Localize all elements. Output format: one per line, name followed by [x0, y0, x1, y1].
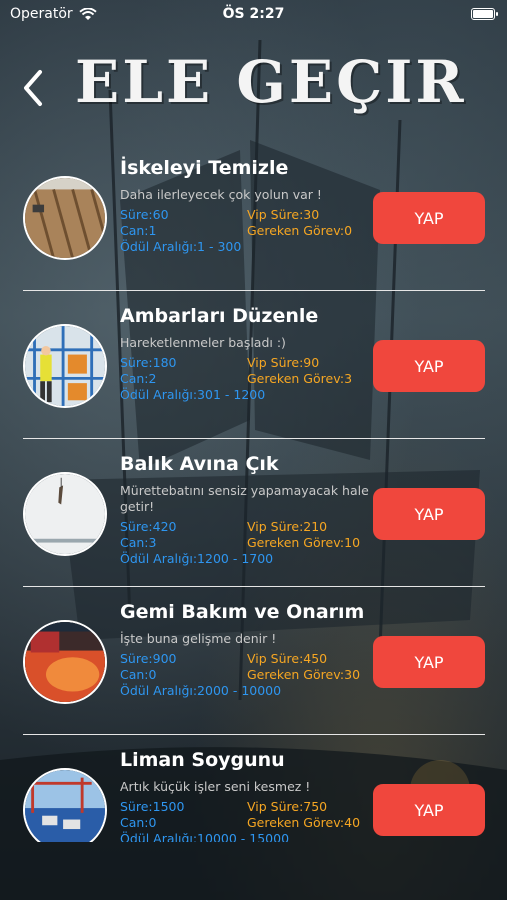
task-reward-range: Ödül Aralığı:10000 - 15000 — [120, 831, 290, 842]
task-description: Mürettebatını sensiz yapamayacak hale ge… — [120, 483, 369, 514]
task-required-missions: Gereken Görev:0 — [247, 223, 353, 238]
task-vip-duration: Vip Süre:450 — [247, 651, 328, 666]
task-reward-range: Ödül Aralığı:1200 - 1700 — [120, 551, 274, 566]
task-required-missions: Gereken Görev:40 — [247, 815, 361, 830]
task-row: İskeleyi Temizle Daha ilerleyecek çok yo… — [0, 142, 507, 291]
task-reward-range: Ödül Aralığı:301 - 1200 — [120, 387, 266, 402]
back-button[interactable] — [18, 68, 48, 108]
task-health: Can:2 — [120, 371, 157, 386]
task-required-missions: Gereken Görev:30 — [247, 667, 361, 682]
do-task-button[interactable]: YAP — [373, 340, 485, 392]
task-required-missions: Gereken Görev:10 — [247, 535, 361, 550]
task-row: Gemi Bakım ve Onarım İşte buna gelişme d… — [0, 586, 507, 735]
task-duration: Süre:180 — [120, 355, 177, 370]
port-image — [25, 770, 105, 842]
do-task-button[interactable]: YAP — [373, 784, 485, 836]
task-image-fishing — [23, 472, 107, 556]
task-duration: Süre:60 — [120, 207, 169, 222]
task-reward-range: Ödül Aralığı:1 - 300 — [120, 239, 242, 254]
do-task-button[interactable]: YAP — [373, 192, 485, 244]
task-health: Can:0 — [120, 667, 157, 682]
task-vip-duration: Vip Süre:210 — [247, 519, 328, 534]
warehouse-image — [25, 326, 105, 406]
task-title: İskeleyi Temizle — [120, 157, 289, 179]
task-title: Liman Soygunu — [120, 749, 285, 771]
page-title: ELE GEÇIR — [75, 48, 467, 116]
status-time: ÖS 2:27 — [222, 6, 285, 22]
task-image-dock — [23, 176, 107, 260]
status-bar: Operatör ÖS 2:27 — [0, 0, 507, 30]
task-row: Liman Soygunu Artık küçük işler seni kes… — [0, 734, 507, 842]
task-row: Ambarları Düzenle Hareketlenmeler başlad… — [0, 290, 507, 439]
task-vip-duration: Vip Süre:90 — [247, 355, 320, 370]
ship-repair-image — [25, 622, 105, 702]
task-duration: Süre:420 — [120, 519, 177, 534]
task-image-warehouse — [23, 324, 107, 408]
task-reward-range: Ödül Aralığı:2000 - 10000 — [120, 683, 282, 698]
task-title: Ambarları Düzenle — [120, 305, 319, 327]
task-description: Hareketlenmeler başladı :) — [120, 335, 286, 350]
task-duration: Süre:1500 — [120, 799, 185, 814]
header: ELE GEÇIR — [0, 40, 507, 120]
dock-image — [25, 178, 105, 258]
do-task-button[interactable]: YAP — [373, 488, 485, 540]
task-health: Can:3 — [120, 535, 157, 550]
task-vip-duration: Vip Süre:750 — [247, 799, 328, 814]
task-vip-duration: Vip Süre:30 — [247, 207, 320, 222]
task-image-ship-repair — [23, 620, 107, 704]
task-description: Artık küçük işler seni kesmez ! — [120, 779, 311, 794]
task-description: İşte buna gelişme denir ! — [120, 631, 277, 646]
task-duration: Süre:900 — [120, 651, 177, 666]
task-required-missions: Gereken Görev:3 — [247, 371, 353, 386]
task-health: Can:1 — [120, 223, 157, 238]
task-title: Balık Avına Çık — [120, 453, 279, 475]
task-list[interactable]: İskeleyi Temizle Daha ilerleyecek çok yo… — [0, 142, 507, 842]
battery-icon — [471, 8, 498, 20]
task-image-port — [23, 768, 107, 842]
task-health: Can:0 — [120, 815, 157, 830]
task-title: Gemi Bakım ve Onarım — [120, 601, 365, 623]
fishing-image — [25, 474, 105, 554]
chevron-left-icon — [24, 70, 42, 106]
do-task-button[interactable]: YAP — [373, 636, 485, 688]
task-row: Balık Avına Çık Mürettebatını sensiz yap… — [0, 438, 507, 587]
task-description: Daha ilerleyecek çok yolun var ! — [120, 187, 322, 202]
